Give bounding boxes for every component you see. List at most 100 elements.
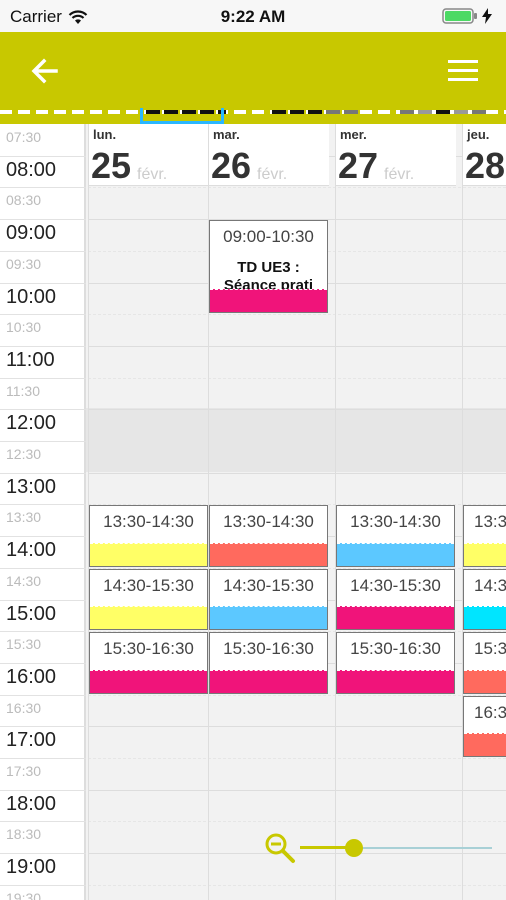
event-color-bar [337, 542, 454, 566]
day-month: févr. [137, 166, 168, 183]
calendar-event[interactable]: 15:30-16:30 [463, 632, 506, 694]
event-time: 14:30-15:30 [103, 575, 194, 595]
status-bar: Carrier 9:22 AM [0, 0, 506, 32]
grid-line [88, 789, 506, 791]
time-label: 12:00 [6, 412, 57, 435]
day-number: 28 [465, 145, 506, 186]
time-separator [0, 567, 86, 569]
time-separator [0, 250, 86, 252]
event-color-bar [337, 669, 454, 693]
day-header[interactable]: jeu.28févr. [462, 124, 506, 186]
current-week-selector[interactable] [140, 108, 224, 124]
event-time: 13:30-14:30 [350, 512, 441, 532]
time-separator [0, 441, 86, 442]
time-label: 09:30 [6, 255, 42, 272]
time-label: 13:30 [6, 509, 42, 526]
zoom-slider-thumb[interactable] [344, 839, 363, 857]
grid-line [88, 441, 506, 442]
time-separator [0, 282, 86, 284]
battery-indicator [442, 8, 492, 24]
event-time: 15:30-16:30 [350, 639, 441, 659]
arrow-left-icon [31, 58, 58, 84]
event-color-bar [210, 289, 327, 313]
back-button[interactable] [28, 54, 62, 88]
calendar-event[interactable]: 14:30-15:30 [209, 568, 328, 631]
grid-line [88, 472, 506, 474]
battery-icon [442, 8, 477, 24]
menu-button[interactable] [446, 56, 480, 86]
calendar-view[interactable]: 07:30 08:00 08:30 09:00 09:30 10:00 10:30 11:00… [0, 124, 506, 900]
event-time: 14:30-15:30 [474, 575, 506, 595]
calendar-event[interactable]: 09:00-10:30 TD UE3 : Séance prati [209, 220, 328, 314]
week-strip[interactable] [0, 108, 506, 124]
event-time: 14:30-15:30 [350, 575, 441, 595]
grid-line [88, 409, 506, 411]
time-separator [0, 821, 86, 823]
day-header[interactable]: mer. 27 févr. [335, 124, 456, 186]
event-time: 15:30-16:30 [474, 639, 506, 659]
time-label: 11:00 [6, 348, 55, 371]
time-label: 15:00 [6, 602, 57, 625]
day-header[interactable]: lun. 25 févr. [88, 124, 209, 186]
calendar-event[interactable]: 13:30-14:30 [209, 505, 328, 567]
calendar-event[interactable]: 14:30-15:30 [89, 568, 208, 631]
event-color-bar [210, 606, 327, 630]
calendar-event[interactable]: 15:30-16:30 [336, 632, 455, 694]
time-separator [0, 314, 86, 316]
grid-line [88, 884, 506, 886]
charging-bolt-icon [482, 8, 492, 24]
time-separator [0, 155, 86, 157]
time-separator [0, 187, 86, 189]
event-color-bar [464, 669, 506, 693]
event-color-bar [464, 542, 506, 566]
time-label: 13:00 [6, 475, 57, 498]
time-label: 17:30 [6, 763, 42, 779]
day-number: 25 [91, 145, 132, 186]
calendar-event[interactable]: 14:30-15:30 [336, 568, 455, 631]
time-separator [0, 377, 86, 379]
zoom-out-icon[interactable] [264, 832, 296, 864]
week-strip-blocks [146, 110, 486, 114]
event-color-bar [210, 542, 327, 566]
app-bar [0, 32, 506, 108]
event-time: 13:30-14:30 [103, 512, 194, 532]
calendar-event[interactable]: 13:30-14:30 [89, 505, 208, 567]
day-number: 26 [211, 145, 252, 186]
calendar-event[interactable]: 13:30-14:30 [336, 505, 455, 567]
hamburger-menu-icon [448, 60, 478, 81]
calendar-event[interactable]: 14:30-15:30 [463, 568, 506, 631]
time-label: 19:00 [6, 856, 57, 879]
time-label: 12:30 [6, 446, 42, 462]
calendar-event[interactable]: 13:30-14:30 [463, 505, 506, 567]
day-name: mar. [213, 127, 240, 142]
calendar-event[interactable]: 15:30-16:30 [89, 632, 208, 694]
event-time: 15:30-16:30 [223, 639, 314, 659]
day-name: jeu. [467, 127, 490, 142]
day-name: mer. [340, 127, 367, 142]
event-color-bar [90, 542, 207, 566]
time-label: 11:30 [6, 382, 40, 399]
wifi-icon [68, 9, 88, 24]
time-label: 14:00 [6, 539, 57, 562]
calendar-event[interactable]: 15:30-16:30 [209, 632, 328, 694]
time-label: 07:30 [6, 129, 42, 145]
day-header[interactable]: mar. 26 févr. [208, 124, 329, 186]
time-separator [0, 726, 86, 728]
zoom-control[interactable] [264, 830, 494, 864]
event-color-bar [90, 669, 207, 693]
event-time: 15:30-16:30 [103, 639, 194, 659]
event-color-bar [337, 606, 454, 630]
day-number: 27 [338, 145, 379, 186]
time-label: 18:00 [6, 792, 57, 815]
time-label: 15:30 [6, 636, 42, 653]
event-time: 16:30-17:30 [474, 702, 506, 722]
grid-line [88, 758, 506, 759]
event-title: TD UE3 : [237, 259, 300, 277]
time-label: 17:00 [6, 729, 57, 752]
time-label: 10:30 [6, 319, 42, 336]
calendar-event[interactable]: 16:30-17:30 [463, 695, 506, 757]
zoom-slider-track[interactable] [353, 847, 492, 849]
event-time: 14:30-15:30 [223, 575, 314, 595]
carrier-info: Carrier [10, 7, 88, 27]
time-label: 08:30 [6, 192, 42, 209]
